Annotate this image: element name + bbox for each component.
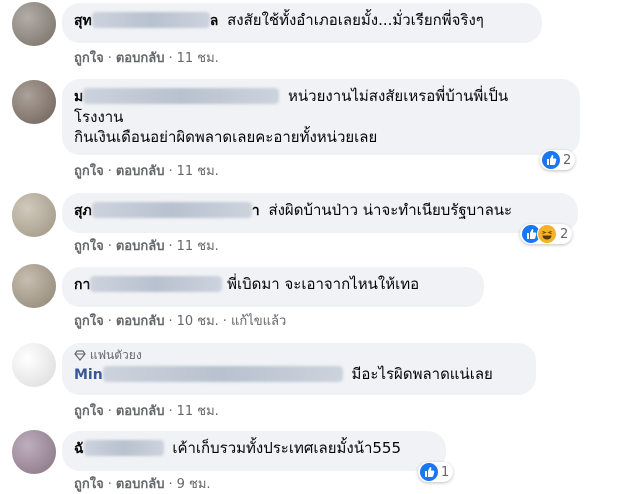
- avatar[interactable]: [12, 80, 56, 124]
- like-link[interactable]: ถูกใจ: [74, 477, 104, 492]
- timestamp[interactable]: 11 ชม.: [177, 164, 219, 179]
- comment-text-line-3: กินเงินเดือนอย่าผิดพลาดเลยคะอายทั้งหน่วย…: [74, 128, 378, 146]
- timestamp[interactable]: 10 ชม.: [177, 314, 219, 329]
- comment-text: สงสัยใช้ทั้งอำเภอเลยมั้ง...มั่วเรียกพี่จ…: [227, 11, 484, 29]
- comment-bubble: สุภา ส่งผิดบ้านป่าว น่าจะทำเนียบรัฐบาลนะ: [62, 193, 578, 233]
- timestamp[interactable]: 9 ชม.: [177, 477, 211, 492]
- comment-text: พี่เบิดมา จะเอาจากไหนให้เทอ: [227, 275, 420, 293]
- reaction-count: 1: [441, 464, 450, 480]
- timestamp[interactable]: 11 ชม.: [177, 51, 219, 66]
- like-link[interactable]: ถูกใจ: [74, 239, 104, 254]
- comment-actions: ถูกใจ · ตอบกลับ · 11 ชม.: [74, 51, 219, 66]
- avatar[interactable]: [12, 2, 56, 46]
- reply-link[interactable]: ตอบกลับ: [116, 164, 165, 179]
- reply-link[interactable]: ตอบกลับ: [116, 477, 165, 492]
- like-icon: [420, 463, 438, 481]
- comment-actions: ถูกใจ · ตอบกลับ · 11 ชม.: [74, 239, 219, 254]
- comment-bubble: ฉั เค้าเก็บรวมทั้งประเทศเลยมั้งน้า555: [62, 431, 446, 471]
- commenter-name[interactable]: สุภา: [74, 202, 260, 219]
- reply-link[interactable]: ตอบกลับ: [116, 51, 165, 66]
- commenter-name[interactable]: กา: [74, 276, 223, 293]
- comment-text-line-2: โรงงาน: [74, 108, 124, 126]
- timestamp[interactable]: 11 ชม.: [177, 404, 219, 419]
- comment-bubble: ม หน่วยงานไม่สงสัยเหรอพี่บ้านพี่เป็น โรง…: [62, 79, 580, 155]
- reaction-count: 2: [563, 152, 572, 168]
- commenter-name[interactable]: ม: [74, 88, 280, 105]
- avatar[interactable]: [12, 430, 56, 474]
- comment-text: เค้าเก็บรวมทั้งประเทศเลยมั้งน้า555: [172, 439, 402, 457]
- commenter-name[interactable]: ฉั: [74, 440, 164, 457]
- avatar[interactable]: [12, 193, 56, 237]
- reply-link[interactable]: ตอบกลับ: [116, 404, 165, 419]
- haha-icon: [537, 224, 557, 244]
- timestamp[interactable]: 11 ชม.: [177, 239, 219, 254]
- comment-bubble: แฟนตัวยง Min มีอะไรผิดพลาดแน่เลย: [62, 343, 536, 395]
- reply-link[interactable]: ตอบกลับ: [116, 314, 165, 329]
- reaction-summary[interactable]: 2: [540, 150, 576, 170]
- like-link[interactable]: ถูกใจ: [74, 404, 104, 419]
- like-link[interactable]: ถูกใจ: [74, 164, 104, 179]
- comment-bubble: กา พี่เบิดมา จะเอาจากไหนให้เทอ: [62, 267, 484, 307]
- reaction-summary[interactable]: 2: [520, 224, 573, 244]
- top-fan-badge: แฟนตัวยง: [74, 347, 524, 363]
- avatar[interactable]: [12, 264, 56, 308]
- comment-actions: ถูกใจ · ตอบกลับ · 11 ชม.: [74, 164, 219, 179]
- comment-text: มีอะไรผิดพลาดแน่เลย: [351, 365, 493, 383]
- commenter-name[interactable]: สุทล: [74, 12, 218, 29]
- like-link[interactable]: ถูกใจ: [74, 314, 104, 329]
- comment-text-line-1: หน่วยงานไม่สงสัยเหรอพี่บ้านพี่เป็น: [288, 87, 509, 105]
- reply-link[interactable]: ตอบกลับ: [116, 239, 165, 254]
- edited-label: แก้ไขแล้ว: [230, 314, 287, 329]
- diamond-icon: [74, 350, 86, 361]
- reaction-count: 2: [560, 226, 569, 242]
- like-icon: [542, 151, 560, 169]
- comment-bubble: สุทล สงสัยใช้ทั้งอำเภอเลยมั้ง...มั่วเรีย…: [62, 3, 542, 43]
- comment-actions: ถูกใจ · ตอบกลับ · 10 ชม. · แก้ไขแล้ว: [74, 314, 287, 329]
- commenter-name[interactable]: Min: [74, 366, 343, 383]
- like-link[interactable]: ถูกใจ: [74, 51, 104, 66]
- reaction-summary[interactable]: 1: [418, 462, 454, 482]
- comment-actions: ถูกใจ · ตอบกลับ · 11 ชม.: [74, 404, 219, 419]
- comment-text: ส่งผิดบ้านป่าว น่าจะทำเนียบรัฐบาลนะ: [268, 201, 513, 219]
- avatar[interactable]: [12, 343, 56, 387]
